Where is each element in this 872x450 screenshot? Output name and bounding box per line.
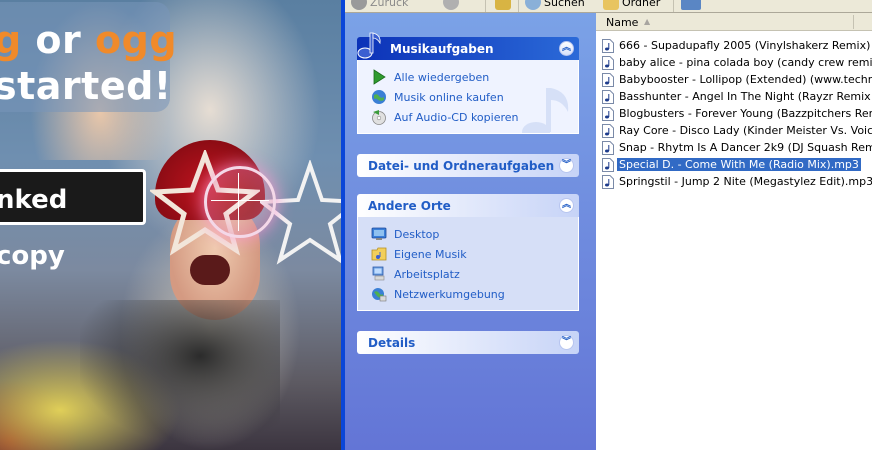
cd-copy-icon <box>372 110 386 125</box>
promo-banner-image: g or ogg started! nked copy <box>0 0 341 450</box>
details-box: Details ︾ <box>357 331 579 354</box>
other-places-title: Andere Orte <box>368 198 451 213</box>
search-icon <box>525 0 541 10</box>
folders-label: Ordner <box>622 0 661 9</box>
search-button[interactable]: Suchen <box>525 0 585 11</box>
details-header[interactable]: Details ︾ <box>357 331 579 354</box>
file-name: Special D. - Come With Me (Radio Mix).mp… <box>617 158 861 171</box>
promo-headline-line2: started! <box>0 64 172 108</box>
buy-music-online-label: Musik online kaufen <box>394 90 504 104</box>
crosshair-bubble-icon <box>204 166 276 238</box>
file-list-view[interactable]: Name ▲ 666 - Supadupafly 2005 (Vinylshak… <box>596 13 872 450</box>
up-folder-icon <box>495 0 511 10</box>
file-name: Springstil - Jump 2 Nite (Megastylez Edi… <box>619 175 872 188</box>
audio-file-icon <box>602 174 614 189</box>
file-name: Ray Core - Disco Lady (Kinder Meister Vs… <box>619 124 872 137</box>
play-all-label: Alle wiedergeben <box>394 70 490 84</box>
dark-costume <box>80 300 280 440</box>
copy-to-audio-cd-label: Auf Audio-CD kopieren <box>394 110 519 124</box>
details-title: Details <box>368 335 416 350</box>
file-name: Snap - Rhytm Is A Dancer 2k9 (DJ Squash … <box>619 141 872 154</box>
file-row[interactable]: Basshunter - Angel In The Night (Rayzr R… <box>602 88 872 105</box>
my-computer-icon <box>372 266 385 281</box>
file-row[interactable]: Special D. - Come With Me (Radio Mix).mp… <box>602 156 872 173</box>
other-places-header[interactable]: Andere Orte ︽ <box>357 194 579 217</box>
my-computer-label: Arbeitsplatz <box>394 267 460 281</box>
audio-file-icon <box>602 140 614 155</box>
expand-chevron-icon[interactable]: ︾ <box>559 335 574 350</box>
search-label: Suchen <box>544 0 585 9</box>
file-name: 666 - Supadupafly 2005 (Vinylshakerz Rem… <box>619 39 872 52</box>
sort-ascending-icon: ▲ <box>644 17 651 26</box>
file-row[interactable]: Babybooster - Lollipop (Extended) (www.t… <box>602 71 872 88</box>
audio-file-icon <box>602 157 614 172</box>
file-name: Blogbusters - Forever Young (Bazzpitcher… <box>619 107 872 120</box>
other-places-box: Andere Orte ︽ Desktop Eigene Musik Arbei… <box>357 194 579 311</box>
my-music-label: Eigene Musik <box>394 247 467 261</box>
file-row[interactable]: Ray Core - Disco Lady (Kinder Meister Vs… <box>602 122 872 139</box>
audio-file-icon <box>602 72 614 87</box>
folders-button[interactable]: Ordner <box>603 0 660 11</box>
file-rows: 666 - Supadupafly 2005 (Vinylshakerz Rem… <box>602 37 872 190</box>
column-separator[interactable] <box>853 15 854 29</box>
file-row[interactable]: 666 - Supadupafly 2005 (Vinylshakerz Rem… <box>602 37 872 54</box>
music-tasks-box: Musikaufgaben ︽ Alle wiedergeben Musik o… <box>357 32 579 134</box>
collapse-chevron-icon[interactable]: ︽ <box>559 198 574 213</box>
network-places-label: Netzwerkumgebung <box>394 287 505 301</box>
folders-icon <box>603 0 619 10</box>
audio-file-icon <box>602 89 614 104</box>
file-name: Babybooster - Lollipop (Extended) (www.t… <box>619 73 872 86</box>
audio-file-icon <box>602 38 614 53</box>
toolbar-separator <box>518 0 519 12</box>
forward-button[interactable] <box>443 0 462 11</box>
network-icon <box>372 288 387 302</box>
file-name: Basshunter - Angel In The Night (Rayzr R… <box>619 90 872 103</box>
network-places-link[interactable]: Netzwerkumgebung <box>371 284 578 304</box>
file-row[interactable]: Snap - Rhytm Is A Dancer 2k9 (DJ Squash … <box>602 139 872 156</box>
music-note-icon <box>357 32 381 59</box>
file-folder-tasks-title: Datei- und Ordneraufgaben <box>368 158 555 173</box>
desktop-link[interactable]: Desktop <box>371 224 578 244</box>
back-button[interactable]: Zurück <box>351 0 408 11</box>
promo-headline-line1: g or ogg <box>0 18 178 62</box>
music-tasks-header[interactable]: Musikaufgaben ︽ <box>357 32 579 60</box>
music-tasks-body: Alle wiedergeben Musik online kaufen Auf… <box>357 60 579 134</box>
up-folder-button[interactable] <box>495 0 514 11</box>
forward-arrow-icon <box>443 0 459 10</box>
toolbar-separator <box>485 0 486 12</box>
file-folder-tasks-box: Datei- und Ordneraufgaben ︾ <box>357 154 579 177</box>
column-header-bar: Name ▲ <box>596 13 872 31</box>
collapse-chevron-icon[interactable]: ︽ <box>559 41 574 56</box>
views-button[interactable] <box>681 0 704 11</box>
audio-file-icon <box>602 55 614 70</box>
back-arrow-icon <box>351 0 367 10</box>
views-icon <box>681 0 701 10</box>
my-computer-link[interactable]: Arbeitsplatz <box>371 264 578 284</box>
audio-file-icon <box>602 123 614 138</box>
globe-icon <box>372 90 386 104</box>
back-label: Zurück <box>370 0 409 9</box>
task-pane: Musikaufgaben ︽ Alle wiedergeben Musik o… <box>345 13 596 450</box>
my-music-link[interactable]: Eigene Musik <box>371 244 578 264</box>
audio-file-icon <box>602 106 614 121</box>
toolbar-separator <box>673 0 674 12</box>
file-name: baby alice - pina colada boy (candy crew… <box>619 56 872 69</box>
music-tasks-title: Musikaufgaben <box>390 41 494 56</box>
column-header-name[interactable]: Name <box>606 16 638 29</box>
my-music-folder-icon <box>371 247 387 261</box>
promo-badge: nked copy <box>0 169 146 271</box>
desktop-label: Desktop <box>394 227 440 241</box>
play-icon <box>373 69 386 85</box>
expand-chevron-icon[interactable]: ︾ <box>559 158 574 173</box>
toolbar: Zurück Suchen Ordner <box>345 0 872 13</box>
music-watermark-icon <box>522 88 569 133</box>
file-row[interactable]: Blogbusters - Forever Young (Bazzpitcher… <box>602 105 872 122</box>
file-folder-tasks-header[interactable]: Datei- und Ordneraufgaben ︾ <box>357 154 579 177</box>
file-row[interactable]: Springstil - Jump 2 Nite (Megastylez Edi… <box>602 173 872 190</box>
other-places-body: Desktop Eigene Musik Arbeitsplatz Netzwe… <box>357 217 579 311</box>
desktop-icon <box>371 227 387 240</box>
explorer-window: Zurück Suchen Ordner Musikaufgaben ︽ All… <box>341 0 872 450</box>
file-row[interactable]: baby alice - pina colada boy (candy crew… <box>602 54 872 71</box>
